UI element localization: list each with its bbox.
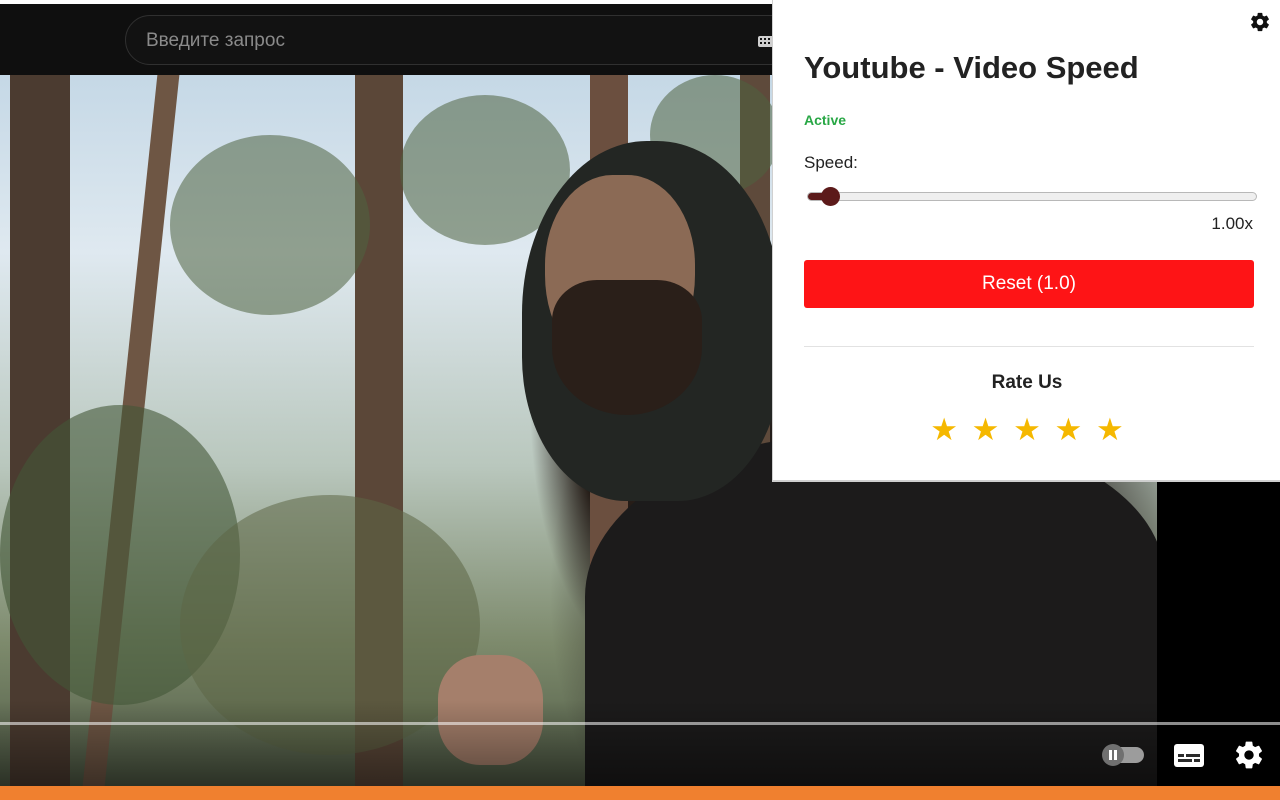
rate-us-title: Rate Us [991, 372, 1063, 393]
star-icon[interactable]: ★ [1050, 412, 1087, 448]
screen: Youtube - Video Speed Active Speed: 1.00… [0, 0, 1280, 800]
progress-bar[interactable] [0, 722, 1280, 725]
star-icon[interactable]: ★ [1091, 412, 1128, 448]
divider [804, 346, 1254, 347]
search-input[interactable] [146, 29, 746, 53]
gear-icon[interactable] [1233, 739, 1265, 771]
extension-popup: Youtube - Video Speed Active Speed: 1.00… [772, 0, 1280, 482]
autoplay-toggle-icon[interactable] [1102, 744, 1144, 766]
reset-button[interactable]: Reset (1.0) [804, 260, 1254, 308]
bottom-bar [0, 786, 1280, 800]
rating-stars: ★ ★ ★ ★ ★ [773, 412, 1280, 448]
popup-title: Youtube - Video Speed [804, 50, 1139, 85]
subtitles-icon[interactable] [1174, 744, 1204, 767]
gear-icon[interactable] [1249, 11, 1271, 33]
player-controls [0, 700, 1280, 786]
star-icon[interactable]: ★ [967, 412, 1004, 448]
search-box[interactable] [125, 15, 825, 65]
status-badge: Active [804, 112, 847, 128]
star-icon[interactable]: ★ [926, 412, 963, 448]
speed-slider[interactable] [807, 187, 1257, 206]
speed-slider-thumb[interactable] [821, 187, 841, 206]
star-icon[interactable]: ★ [1009, 412, 1046, 448]
speed-label: Speed: [804, 153, 858, 172]
speed-value: 1.00x [1211, 214, 1253, 233]
